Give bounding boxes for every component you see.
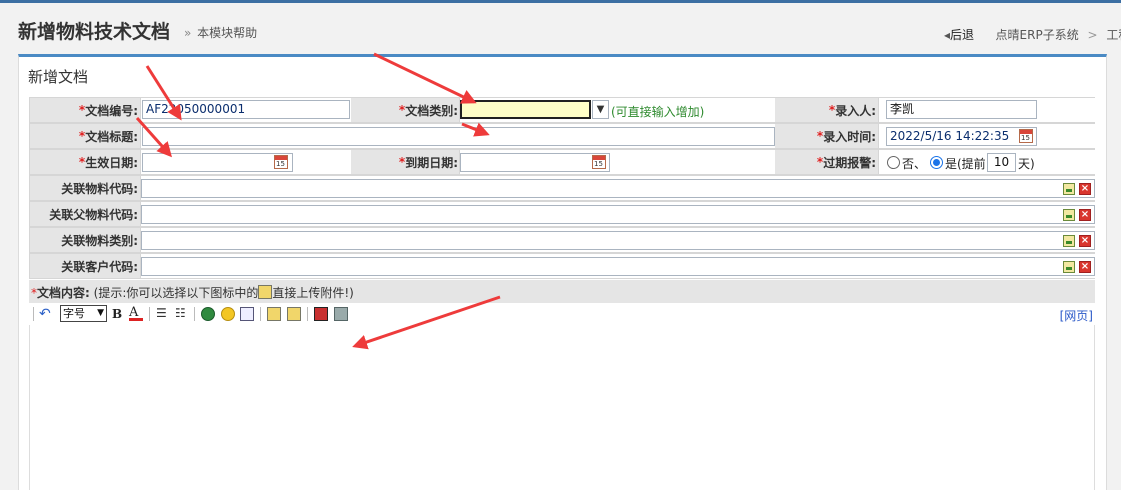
- doc-type-hint: (可直接输入增加): [611, 105, 705, 119]
- form-row-material-category: 关联物料类别: ×: [29, 227, 1097, 253]
- form-row-parent-material-code: 关联父物料代码: ×: [29, 201, 1097, 227]
- customer-code-label: 关联客户代码:: [61, 259, 138, 274]
- breadcrumb: ◂后退 点晴ERP子系统 > 工程管: [944, 26, 1121, 43]
- recorder-input[interactable]: 李凯: [886, 100, 1037, 119]
- customer-code-input[interactable]: [141, 257, 1095, 276]
- alert-days-unit: 天): [1018, 157, 1035, 171]
- material-category-input[interactable]: [141, 231, 1095, 250]
- chevron-down-icon[interactable]: ▼: [592, 100, 609, 119]
- form-row-material-code: 关联物料代码: ×: [29, 175, 1097, 201]
- insert-image-icon[interactable]: [267, 307, 281, 321]
- expiry-alert-no-radio[interactable]: [887, 156, 900, 169]
- material-code-label: 关联物料代码:: [61, 181, 138, 196]
- content-hint-suffix: 直接上传附件!): [272, 286, 354, 300]
- flash-media-icon[interactable]: [314, 307, 328, 321]
- align-icon[interactable]: ☰: [156, 307, 170, 321]
- doc-type-combobox[interactable]: [460, 100, 591, 119]
- doc-title-input[interactable]: [142, 127, 775, 146]
- record-time-label: * 录入时间:: [816, 129, 876, 144]
- panel-title: 新增文档: [28, 68, 89, 86]
- page-title: 新增物料技术文档: [18, 21, 171, 43]
- expiry-date-input[interactable]: [460, 153, 610, 172]
- alert-days-input[interactable]: 10: [987, 153, 1016, 172]
- undo-icon[interactable]: ↶: [39, 307, 53, 321]
- clear-icon[interactable]: ×: [1079, 235, 1091, 247]
- upload-icon: [258, 285, 273, 299]
- form-row-customer-code: 关联客户代码: ×: [29, 253, 1097, 279]
- form-row-dates: * 生效日期: 15 * 到期日期: 15 * 过期报警: 否、 是(提前 10 天): [29, 149, 1097, 175]
- font-color-icon[interactable]: A: [129, 306, 143, 321]
- double-chevron-icon: »: [184, 26, 192, 40]
- calendar-icon[interactable]: 15: [592, 155, 606, 169]
- content-label: 文档内容:: [37, 286, 90, 300]
- doc-type-label: * 文档类别:: [398, 103, 458, 118]
- expiry-alert-yes-label: 是(提前: [945, 157, 986, 171]
- effective-date-label: * 生效日期:: [78, 155, 138, 170]
- content-hint-prefix: (提示:你可以选择以下图标中的: [93, 286, 259, 300]
- emoji-icon[interactable]: [221, 307, 235, 321]
- picker-icon[interactable]: [1063, 235, 1075, 247]
- parent-material-code-label: 关联父物料代码:: [49, 207, 138, 222]
- expiry-alert-no-label: 否、: [902, 157, 927, 171]
- picker-icon[interactable]: [1063, 209, 1075, 221]
- edit-icon[interactable]: [240, 307, 254, 321]
- expiry-alert-yes-radio[interactable]: [930, 156, 943, 169]
- video-icon[interactable]: [334, 307, 348, 321]
- breadcrumb-item-engineering[interactable]: 工程管: [1106, 28, 1121, 42]
- material-category-label: 关联物料类别:: [61, 233, 138, 248]
- html-mode-link[interactable]: [网页]: [1060, 307, 1093, 324]
- content-note-row: *文档内容: (提示:你可以选择以下图标中的 直接上传附件!): [29, 280, 1095, 303]
- doc-title-label: * 文档标题:: [78, 129, 138, 144]
- material-code-input[interactable]: [141, 179, 1095, 198]
- new-document-panel: 新增文档 * 文档编号: AF22050000001 * 文档类别: ▼ (可直接输…: [18, 54, 1107, 490]
- doc-no-input[interactable]: AF22050000001: [142, 100, 350, 119]
- clear-icon[interactable]: ×: [1079, 209, 1091, 221]
- upload-attachment-icon[interactable]: [287, 307, 301, 321]
- picker-icon[interactable]: [1063, 261, 1075, 273]
- breadcrumb-separator: >: [1087, 28, 1098, 42]
- form-row-doc-title: * 文档标题: * 录入时间: 2022/5/16 14:22:35 15: [29, 123, 1097, 149]
- clear-icon[interactable]: ×: [1079, 261, 1091, 273]
- calendar-icon[interactable]: 15: [274, 155, 288, 169]
- module-help-link[interactable]: » 本模块帮助: [184, 24, 257, 41]
- editor-toolbar: ↶ 字号 ▼ B A ☰ ☷ [网页]: [29, 303, 1095, 326]
- module-help-label: 本模块帮助: [197, 26, 258, 40]
- page-header: 新增物料技术文档 » 本模块帮助 ◂后退 点晴ERP子系统 > 工程管: [0, 3, 1121, 51]
- effective-date-input[interactable]: [142, 153, 293, 172]
- form-row-doc-no: * 文档编号: AF22050000001 * 文档类别: ▼ (可直接输入增加) …: [29, 97, 1097, 123]
- parent-material-code-input[interactable]: [141, 205, 1095, 224]
- bold-icon[interactable]: B: [112, 307, 126, 321]
- recorder-label: * 录入人:: [828, 103, 876, 118]
- content-editor[interactable]: [29, 325, 1095, 490]
- clear-icon[interactable]: ×: [1079, 183, 1091, 195]
- record-time-input[interactable]: 2022/5/16 14:22:35: [886, 127, 1037, 146]
- calendar-icon[interactable]: 15: [1019, 129, 1033, 143]
- doc-no-label: * 文档编号:: [78, 103, 138, 118]
- expiry-date-label: * 到期日期:: [398, 155, 458, 170]
- list-icon[interactable]: ☷: [175, 307, 189, 321]
- back-link[interactable]: 后退: [950, 28, 974, 42]
- expiry-alert-label: * 过期报警:: [816, 155, 876, 170]
- globe-link-icon[interactable]: [201, 307, 215, 321]
- font-size-select[interactable]: 字号 ▼: [60, 305, 107, 322]
- picker-icon[interactable]: [1063, 183, 1075, 195]
- breadcrumb-item-erp[interactable]: 点晴ERP子系统: [996, 28, 1079, 42]
